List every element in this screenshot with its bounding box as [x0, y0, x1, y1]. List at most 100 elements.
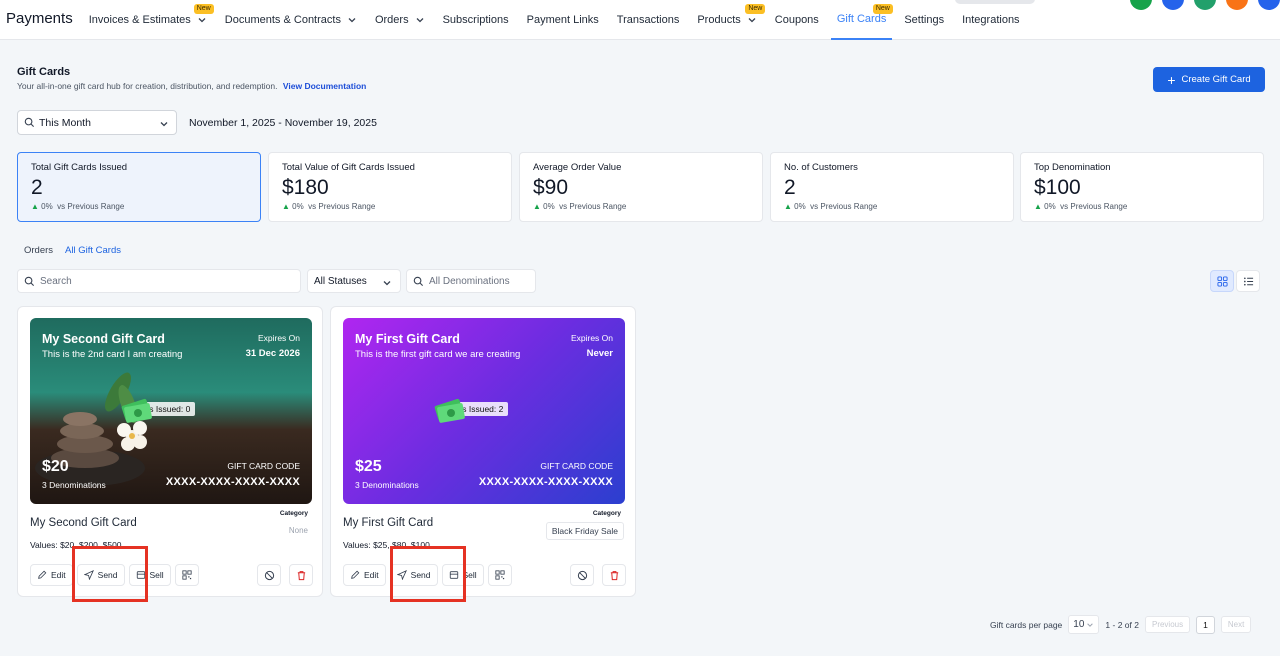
- pagination: Gift cards per page 10 1 - 2 of 2 Previo…: [990, 615, 1252, 634]
- change-percent: 0%: [292, 202, 304, 211]
- tab-all-gift-cards[interactable]: All Gift Cards: [65, 245, 121, 256]
- gift-card-title: My Second Gift Card: [42, 332, 165, 346]
- gift-card-code-label: GIFT CARD CODE: [227, 461, 300, 471]
- qr-code-icon: [495, 570, 505, 580]
- gift-card-preview[interactable]: My First Gift Card This is the first gif…: [343, 318, 625, 504]
- status-filter-select[interactable]: All Statuses: [307, 269, 401, 293]
- new-badge: New: [745, 3, 766, 14]
- nav-transactions[interactable]: Transactions: [617, 0, 680, 40]
- avatar[interactable]: [1226, 0, 1248, 10]
- search-icon: [413, 276, 424, 286]
- stat-change: ▲ 0% vs Previous Range: [1034, 202, 1250, 211]
- stat-card-customers[interactable]: No. of Customers 2 ▲ 0% vs Previous Rang…: [770, 152, 1014, 222]
- denominations-filter[interactable]: All Denominations: [406, 269, 536, 293]
- stat-value: $100: [1034, 176, 1081, 199]
- stat-change: ▲ 0% vs Previous Range: [31, 202, 247, 211]
- qr-code-button[interactable]: [487, 564, 512, 586]
- chevron-down-icon: [383, 281, 391, 286]
- tab-orders[interactable]: Orders: [24, 245, 53, 256]
- nav-label: Settings: [904, 13, 945, 26]
- sell-label: Sell: [149, 570, 164, 580]
- new-badge: New: [193, 3, 214, 14]
- change-text: vs Previous Range: [1060, 202, 1128, 211]
- per-page-value: 10: [1073, 619, 1085, 630]
- grid-icon: [1216, 275, 1228, 287]
- subtitle-text: Your all-in-one gift card hub for creati…: [17, 81, 278, 91]
- deactivate-button[interactable]: [570, 564, 594, 586]
- page-number-button[interactable]: 1: [1196, 615, 1215, 634]
- search-input[interactable]: Search: [17, 269, 301, 293]
- stat-card-total-value[interactable]: Total Value of Gift Cards Issued $180 ▲ …: [268, 152, 512, 222]
- stat-label: No. of Customers: [784, 162, 858, 173]
- nav-label: Subscriptions: [442, 13, 509, 26]
- nav-products[interactable]: New Products: [697, 0, 766, 40]
- change-percent: 0%: [1044, 202, 1056, 211]
- list-view-button[interactable]: [1236, 270, 1260, 292]
- create-gift-card-button[interactable]: + Create Gift Card: [1153, 67, 1265, 92]
- edit-button[interactable]: Edit: [343, 564, 386, 586]
- nav-label: Invoices & Estimates: [88, 13, 191, 26]
- date-range-select[interactable]: This Month: [17, 110, 177, 135]
- nav-gift-cards[interactable]: New Gift Cards: [830, 0, 893, 40]
- nav-coupons[interactable]: Coupons: [775, 0, 819, 40]
- search-icon: [24, 276, 35, 286]
- grid-view-button[interactable]: [1210, 270, 1234, 292]
- global-search-partial[interactable]: [955, 0, 1035, 4]
- gift-card-item[interactable]: My Second Gift Card This is the 2nd card…: [17, 306, 323, 597]
- gift-card-item[interactable]: My First Gift Card This is the first gif…: [330, 306, 636, 597]
- gift-card-amount: $20: [42, 458, 69, 475]
- chevron-down-icon: [160, 122, 168, 127]
- per-page-select[interactable]: 10: [1068, 615, 1100, 634]
- view-documentation-link[interactable]: View Documentation: [283, 81, 366, 91]
- nav-label: Transactions: [616, 13, 680, 26]
- stat-label: Top Denomination: [1034, 162, 1111, 173]
- stat-label: Total Gift Cards Issued: [31, 162, 128, 173]
- stat-value: $90: [533, 176, 569, 199]
- qr-code-button[interactable]: [174, 564, 199, 586]
- nav-settings[interactable]: Settings: [904, 0, 944, 40]
- stat-label: Average Order Value: [533, 162, 622, 173]
- avatar[interactable]: [1130, 0, 1152, 10]
- chevron-down-icon: [416, 17, 424, 22]
- header-avatars: [1130, 0, 1280, 10]
- avatar[interactable]: [1162, 0, 1184, 10]
- pencil-icon: [38, 570, 47, 579]
- list-icon: [1243, 276, 1253, 286]
- category-label: Category: [592, 510, 621, 517]
- block-icon: [577, 570, 587, 580]
- nav-invoices-estimates[interactable]: New Invoices & Estimates: [88, 0, 214, 40]
- money-icon: [434, 398, 465, 423]
- avatar[interactable]: [1194, 0, 1216, 10]
- nav-orders[interactable]: Orders: [375, 0, 425, 40]
- search-placeholder: Search: [40, 275, 72, 287]
- create-button-label: Create Gift Card: [1181, 74, 1251, 85]
- edit-label: Edit: [364, 570, 379, 580]
- gift-card-code: XXXX-XXXX-XXXX-XXXX: [165, 476, 300, 488]
- send-highlight-box: [72, 546, 148, 602]
- pagination-range: 1 - 2 of 2: [1105, 619, 1139, 630]
- nav-integrations[interactable]: Integrations: [962, 0, 1019, 40]
- nav-documents-contracts[interactable]: Documents & Contracts: [225, 0, 357, 40]
- nav-subscriptions[interactable]: Subscriptions: [443, 0, 509, 40]
- stat-card-average-order[interactable]: Average Order Value $90 ▲ 0% vs Previous…: [519, 152, 763, 222]
- edit-button[interactable]: Edit: [30, 564, 73, 586]
- edit-label: Edit: [51, 570, 66, 580]
- gift-card-preview[interactable]: My Second Gift Card This is the 2nd card…: [30, 318, 312, 504]
- delete-button[interactable]: [602, 564, 626, 586]
- deactivate-button[interactable]: [257, 564, 281, 586]
- previous-page-button[interactable]: Previous: [1144, 616, 1191, 633]
- delete-button[interactable]: [289, 564, 313, 586]
- expires-value: 31 Dec 2026: [245, 348, 300, 359]
- stat-change: ▲ 0% vs Previous Range: [533, 202, 749, 211]
- stat-value: $180: [282, 176, 329, 199]
- expires-label: Expires On: [257, 333, 300, 343]
- date-range-text: November 1, 2025 - November 19, 2025: [189, 117, 377, 129]
- next-page-button[interactable]: Next: [1220, 616, 1252, 633]
- nav-label: Products: [697, 13, 741, 26]
- gift-card-title: My First Gift Card: [355, 332, 460, 346]
- gift-card-code-label: GIFT CARD CODE: [540, 461, 613, 471]
- avatar[interactable]: [1258, 0, 1280, 10]
- nav-payment-links[interactable]: Payment Links: [527, 0, 599, 40]
- stat-card-top-denomination[interactable]: Top Denomination $100 ▲ 0% vs Previous R…: [1020, 152, 1264, 222]
- stat-card-total-issued[interactable]: Total Gift Cards Issued 2 ▲ 0% vs Previo…: [17, 152, 261, 222]
